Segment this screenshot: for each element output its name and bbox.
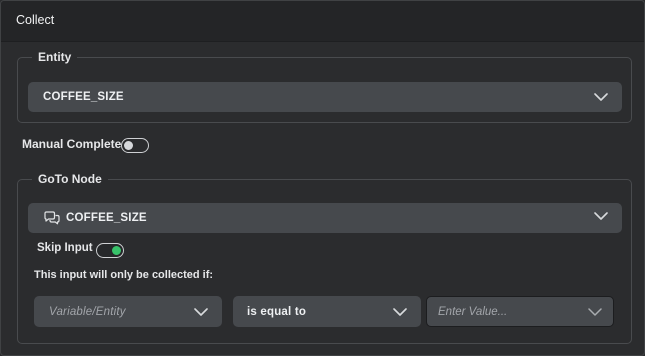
skip-input-toggle[interactable] [96,243,124,258]
chevron-down-icon [194,308,208,316]
variable-entity-placeholder: Variable/Entity [49,305,126,318]
panel-title: Collect [16,13,55,27]
entity-select-value: COFFEE_SIZE [43,91,124,103]
chevron-down-icon[interactable] [588,306,602,318]
manual-complete-label: Manual Complete [22,137,122,151]
value-input-placeholder: Enter Value... [438,305,508,318]
value-input[interactable]: Enter Value... [426,296,614,327]
entity-select[interactable]: COFFEE_SIZE [28,82,622,112]
operator-select[interactable]: is equal to [233,296,421,327]
entity-legend: Entity [38,50,72,64]
toggle-knob [124,141,133,150]
collect-panel: Collect Entity COFFEE_SIZE Manual Comple… [0,0,645,356]
goto-node-select[interactable]: COFFEE_SIZE [28,203,622,233]
skip-input-label: Skip Input [37,242,93,254]
panel-header: Collect [1,1,644,42]
goto-node-legend: GoTo Node [38,172,102,186]
chevron-down-icon [393,308,407,316]
goto-node-select-value: COFFEE_SIZE [66,212,147,224]
operator-select-value: is equal to [247,305,307,318]
manual-complete-toggle[interactable] [121,138,149,153]
chat-bubbles-icon [44,211,60,225]
variable-entity-select[interactable]: Variable/Entity [34,296,222,327]
toggle-knob [112,246,121,255]
chevron-down-icon [594,93,608,101]
chevron-down-icon [594,212,608,220]
condition-note: This input will only be collected if: [34,269,214,281]
